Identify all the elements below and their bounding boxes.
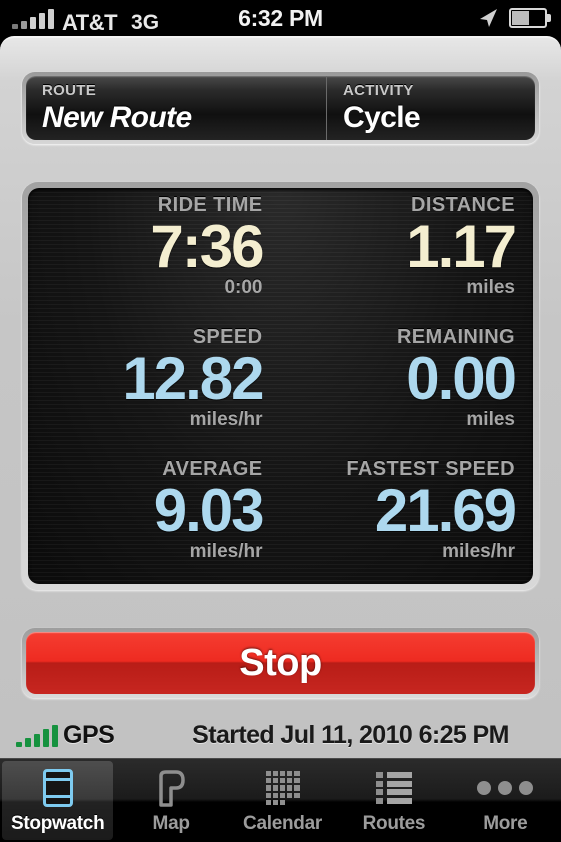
stats-panel: RIDE TIME 7:36 0:00 DISTANCE 1.17 miles … — [22, 182, 539, 590]
stat-unit: miles/hr — [189, 541, 263, 562]
stats-row: AVERAGE 9.03 miles/hr FASTEST SPEED 21.6… — [28, 452, 533, 584]
stat-unit: miles/hr — [189, 409, 263, 430]
status-footer: GPS Started Jul 11, 2010 6:25 PM — [0, 710, 561, 760]
phone-screen: AT&T 3G 6:32 PM ROUTE New Route ACTIVITY — [0, 0, 561, 842]
tab-more[interactable]: More — [450, 759, 561, 842]
stats-grid: RIDE TIME 7:36 0:00 DISTANCE 1.17 miles … — [28, 188, 533, 584]
stat-speed: SPEED 12.82 miles/hr — [28, 320, 281, 452]
tab-map[interactable]: Map — [115, 759, 226, 842]
stat-average: AVERAGE 9.03 miles/hr — [28, 452, 281, 584]
app-container: ROUTE New Route ACTIVITY Cycle RIDE TIME… — [0, 36, 561, 758]
stats-row: RIDE TIME 7:36 0:00 DISTANCE 1.17 miles — [28, 188, 533, 320]
tab-routes[interactable]: Routes — [338, 759, 449, 842]
calendar-grid-icon — [260, 766, 306, 810]
tab-label: Stopwatch — [11, 813, 105, 834]
route-selector[interactable]: ROUTE New Route — [26, 76, 326, 140]
stat-value: 12.82 — [122, 345, 264, 412]
stat-fastest-speed: FASTEST SPEED 21.69 miles/hr — [281, 452, 534, 584]
map-pin-icon — [148, 766, 194, 810]
stat-value: 7:36 — [150, 213, 264, 280]
status-bar: AT&T 3G 6:32 PM — [0, 0, 561, 36]
tab-label: More — [483, 813, 528, 834]
stat-unit: miles — [466, 277, 515, 298]
stat-unit: miles/hr — [442, 541, 515, 562]
stats-row: SPEED 12.82 miles/hr REMAINING 0.00 mile… — [28, 320, 533, 452]
tab-label: Map — [152, 813, 190, 834]
stat-value: 1.17 — [406, 213, 517, 280]
stat-value: 21.69 — [374, 477, 517, 544]
stopwatch-icon — [35, 766, 81, 810]
tab-label: Routes — [362, 813, 426, 834]
stop-button[interactable]: Stop — [26, 632, 535, 694]
tab-bar: Stopwatch Map Calendar Routes More — [0, 758, 561, 842]
stat-value: 9.03 — [153, 477, 265, 544]
status-bar-right — [477, 7, 551, 29]
tab-label: Calendar — [243, 813, 322, 834]
route-activity-bar: ROUTE New Route ACTIVITY Cycle — [22, 72, 539, 144]
stat-ride-time: RIDE TIME 7:36 0:00 — [28, 188, 281, 320]
route-label: ROUTE — [42, 82, 96, 99]
ellipsis-icon — [477, 766, 534, 810]
activity-selector[interactable]: ACTIVITY Cycle — [326, 76, 535, 140]
location-arrow-icon — [477, 7, 499, 29]
stat-unit: 0:00 — [224, 277, 263, 298]
route-value: New Route — [42, 101, 192, 134]
stat-unit: miles — [466, 409, 515, 430]
gps-signal-icon — [16, 725, 58, 747]
stat-value: 0.00 — [406, 345, 517, 412]
tab-stopwatch[interactable]: Stopwatch — [2, 761, 114, 840]
activity-label: ACTIVITY — [343, 82, 414, 99]
started-timestamp: Started Jul 11, 2010 6:25 PM — [192, 720, 509, 749]
tab-calendar[interactable]: Calendar — [227, 759, 338, 842]
list-icon — [371, 766, 417, 810]
gps-label: GPS — [63, 721, 115, 749]
stat-distance: DISTANCE 1.17 miles — [281, 188, 534, 320]
battery-icon — [509, 8, 551, 28]
activity-value: Cycle — [343, 101, 421, 134]
stop-button-bezel: Stop — [22, 628, 539, 698]
gps-status: GPS — [0, 721, 115, 749]
stat-remaining: REMAINING 0.00 miles — [281, 320, 534, 452]
